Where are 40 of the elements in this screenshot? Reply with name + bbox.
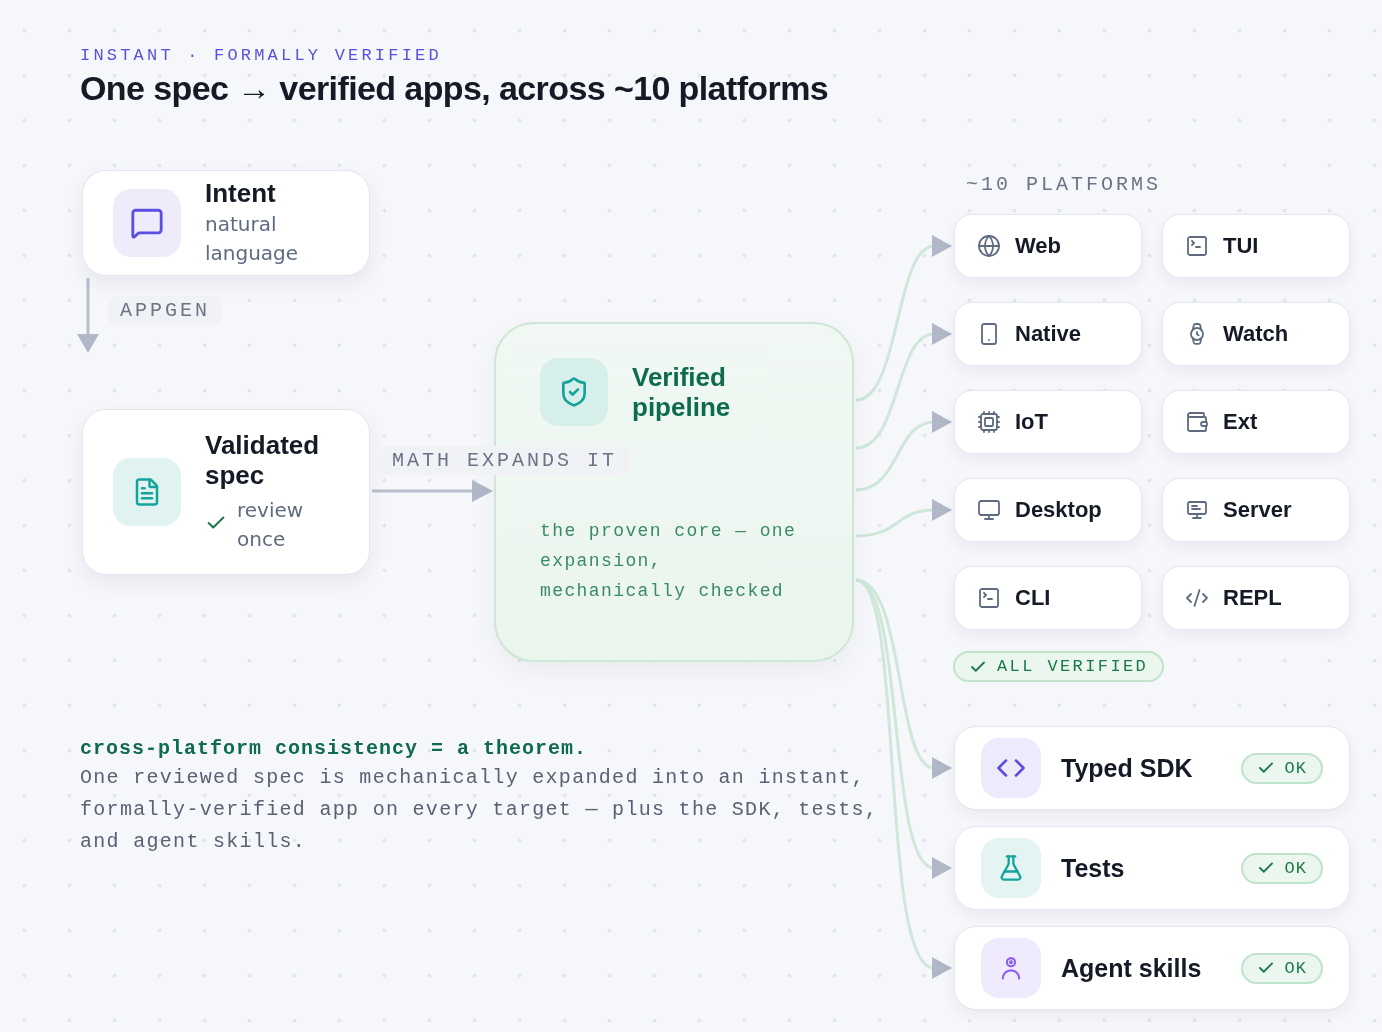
terminal-icon xyxy=(977,586,1001,610)
badge-text: OK xyxy=(1284,758,1307,778)
globe-icon xyxy=(977,234,1001,258)
chip-icon xyxy=(977,410,1001,434)
platform-name: Desktop xyxy=(1015,497,1102,523)
eyebrow-text: INSTANT · FORMALLY VERIFIED xyxy=(80,46,443,65)
platform-name: Ext xyxy=(1223,409,1258,435)
page-title: One spec → verified apps, across ~10 platforms xyxy=(80,69,829,108)
flask-icon xyxy=(997,854,1025,882)
edge-label: APPGEN xyxy=(108,296,222,325)
platform-name: Native xyxy=(1015,321,1082,347)
output-name: Typed SDK xyxy=(1061,753,1194,783)
badge-text: OK xyxy=(1284,958,1307,978)
chat-bubble-icon xyxy=(130,206,164,240)
platform-name: TUI xyxy=(1223,233,1259,259)
footer-headline: cross-platform consistency = a theorem. xyxy=(80,737,589,760)
platform-name: Web xyxy=(1015,233,1062,259)
wallet-icon xyxy=(1185,410,1209,434)
monitor-icon xyxy=(977,498,1001,522)
badge-text: OK xyxy=(1284,858,1307,878)
server-icon xyxy=(1185,498,1209,522)
badge-text: ALL VERIFIED xyxy=(997,657,1149,676)
node-description: the proven core — one expansion, mechanically checked xyxy=(540,520,798,603)
node-title: Validated spec xyxy=(205,430,321,490)
platform-name: IoT xyxy=(1015,409,1048,435)
code-icon xyxy=(1185,586,1209,610)
platform-name: CLI xyxy=(1015,585,1051,611)
output-name: Agent skills xyxy=(1061,953,1203,983)
platform-name: Watch xyxy=(1223,321,1289,347)
node-subtitle: review once xyxy=(237,497,305,553)
footer-paragraph: One reviewed spec is mechanically expanded into an instant, formally-verified app on every target — plus the SDK, tests, and agent skills. xyxy=(80,765,880,855)
platform-name: Server xyxy=(1223,497,1292,523)
node-title: Intent xyxy=(205,178,277,208)
node-subtitle: natural language xyxy=(205,211,300,267)
node-title: Verified pipeline xyxy=(632,362,732,422)
section-heading: ~10 PLATFORMS xyxy=(966,173,1162,196)
platform-name: REPL xyxy=(1223,585,1282,611)
terminal-icon xyxy=(1185,234,1209,258)
edge-label: MATH EXPANDS IT xyxy=(380,446,630,475)
output-name: Tests xyxy=(1061,853,1126,883)
